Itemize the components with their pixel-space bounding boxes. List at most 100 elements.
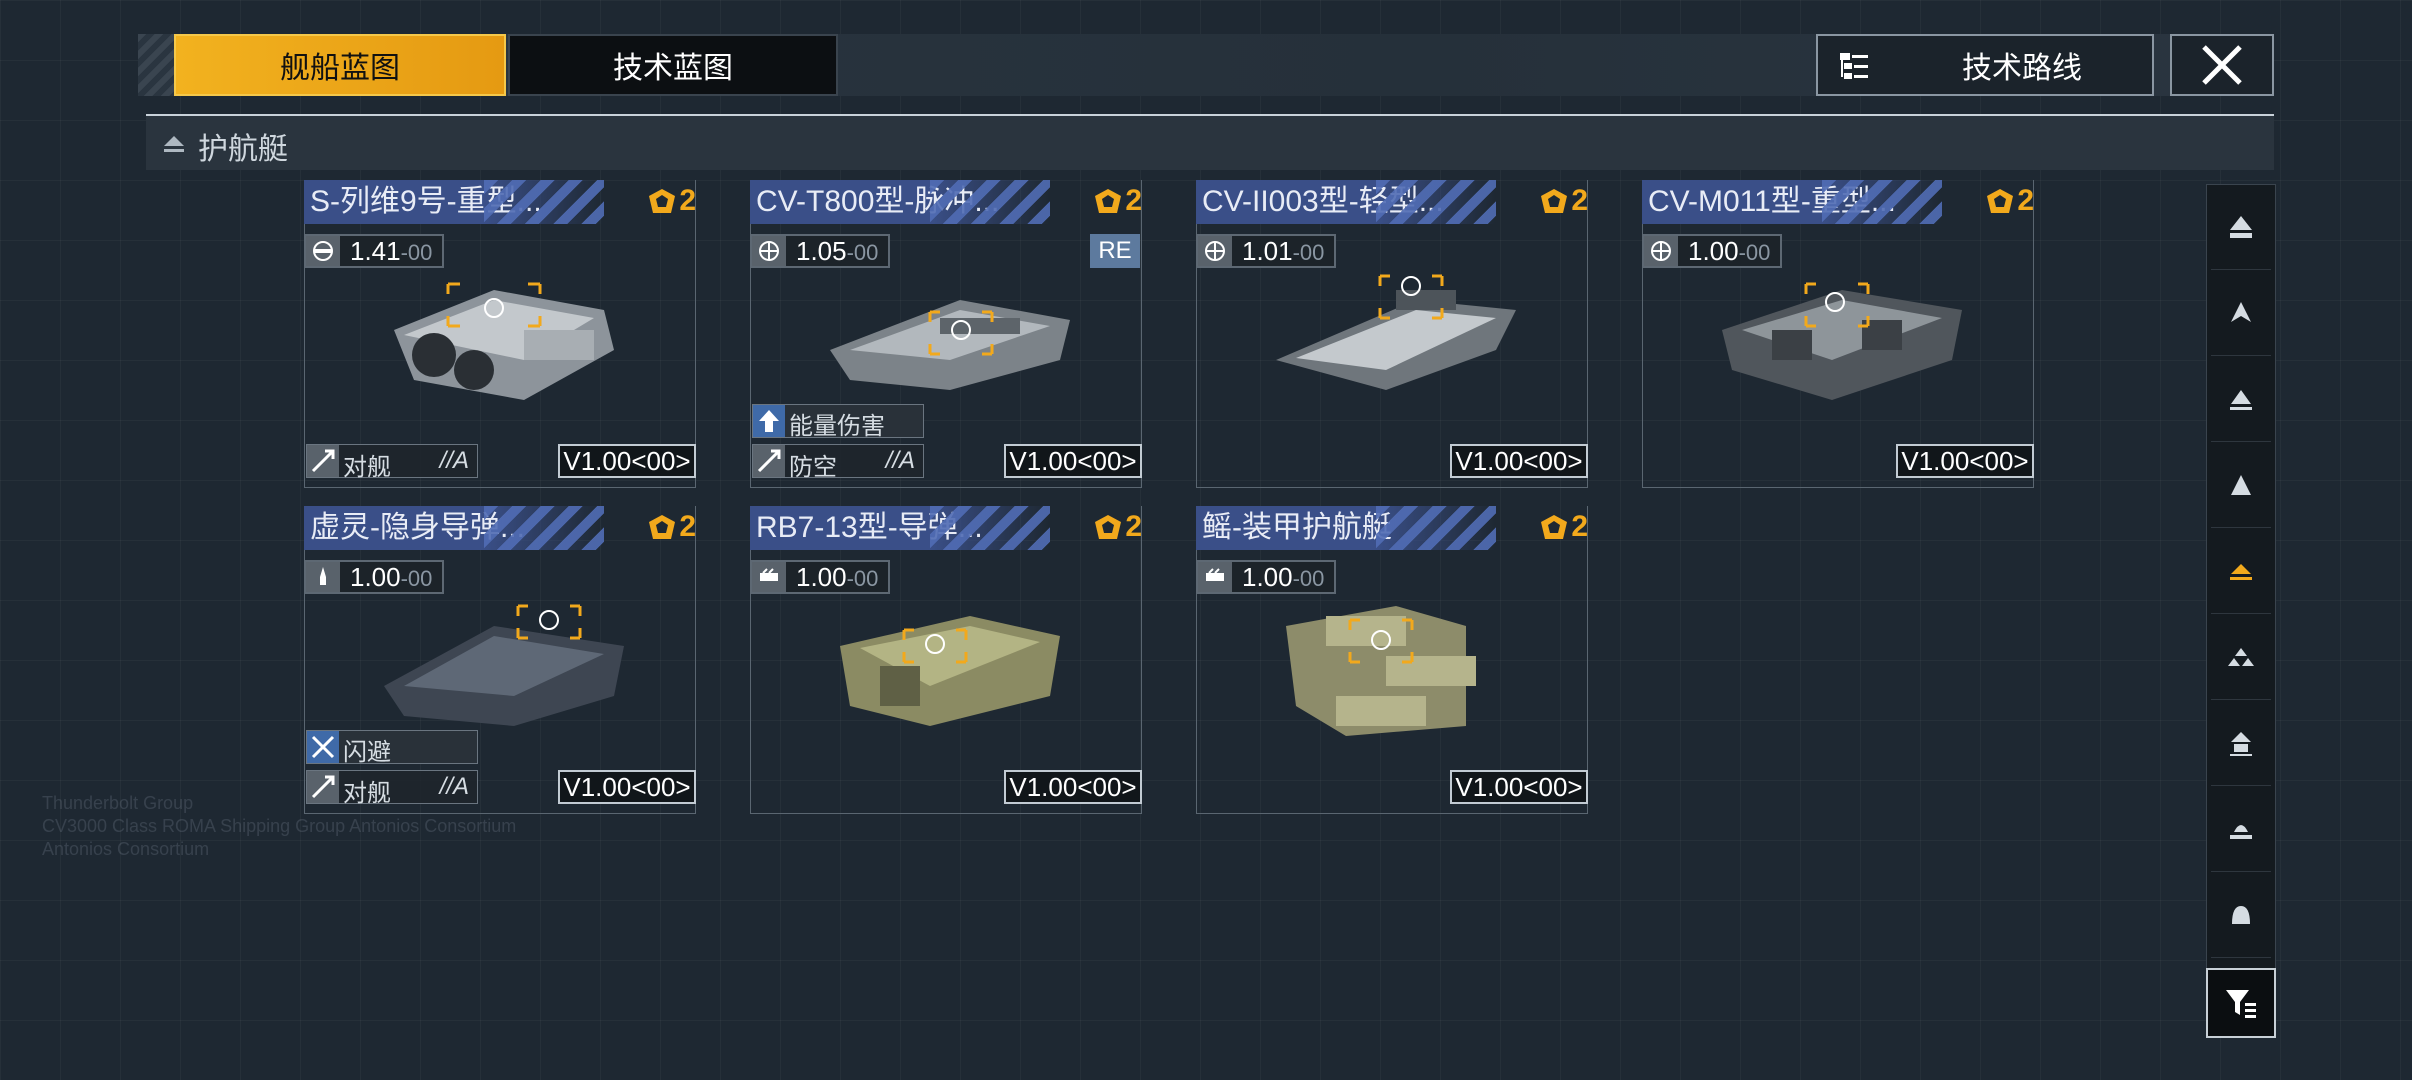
- station-filter[interactable]: [2211, 701, 2271, 786]
- ship-card[interactable]: RB7-13型-导弹... 2 1.00-00 V1.00<00>: [750, 506, 1142, 814]
- station-icon: [2230, 732, 2252, 756]
- version-label: V1.00<00>: [1450, 444, 1588, 478]
- ship-image: [384, 626, 624, 726]
- close-button[interactable]: [2170, 34, 2274, 96]
- carrier-icon: [2230, 216, 2252, 238]
- globe-icon: [1644, 236, 1678, 266]
- cannon-icon: [306, 236, 340, 266]
- fighter-filter[interactable]: [2211, 615, 2271, 700]
- rank-badge: 2: [1539, 510, 1588, 544]
- trait-grade: //A: [439, 773, 469, 800]
- ship-image: [1286, 606, 1476, 736]
- destroyer-filter[interactable]: [2211, 271, 2271, 356]
- escort-filter[interactable]: [2211, 529, 2271, 614]
- target-reticle: [1348, 618, 1414, 664]
- target-reticle: [902, 628, 968, 664]
- rank-icon: [1541, 515, 1568, 539]
- ship-name: CV-M011型-重型...: [1642, 180, 1942, 224]
- re-tag: RE: [1090, 234, 1140, 268]
- ship-card[interactable]: CV-M011型-重型... 2 1.00-00 V1.00<00>: [1642, 180, 2034, 488]
- rank-icon: [1987, 189, 2014, 213]
- version-label: V1.00<00>: [1004, 444, 1142, 478]
- fighter-icon: [2228, 648, 2254, 666]
- frigate-icon: [2230, 390, 2252, 410]
- version-label: V1.00<00>: [558, 444, 696, 478]
- escort-icon: [2230, 564, 2252, 580]
- rank-value: 2: [1571, 184, 1588, 217]
- corvette-filter[interactable]: [2211, 443, 2271, 528]
- ship-card[interactable]: 鳐-装甲护航艇 2 1.00-00 V1.00<00>: [1196, 506, 1588, 814]
- rank-icon: [1541, 189, 1568, 213]
- target-reticle: [1804, 282, 1870, 328]
- corvette-icon: [2231, 475, 2251, 495]
- missile-pod-icon: [1198, 562, 1232, 592]
- version-label: V1.00<00>: [1896, 444, 2034, 478]
- target-reticle: [516, 604, 582, 640]
- globe-icon: [1198, 236, 1232, 266]
- up-arrow-icon: [753, 405, 785, 437]
- anti-ship-icon: [307, 771, 339, 803]
- badge-energy-damage: 能量伤害: [752, 404, 924, 440]
- rank-value: 2: [679, 184, 696, 217]
- anti-ship-icon: [307, 445, 339, 477]
- ship-name: CV-II003型-轻型...: [1196, 180, 1496, 224]
- battleship-filter[interactable]: [2211, 873, 2271, 958]
- trait-grade: //A: [885, 447, 915, 474]
- close-icon: [2202, 45, 2242, 85]
- filter-button[interactable]: [2206, 968, 2276, 1038]
- ship-card[interactable]: CV-T800型-脉冲... 2 1.05-00 RE 能量伤害 防空 //A …: [750, 180, 1142, 488]
- evasion-icon: [307, 731, 339, 763]
- carrier-filter[interactable]: [2211, 185, 2271, 270]
- tech-route-button[interactable]: 技术路线: [1816, 34, 2154, 96]
- rank-badge: 2: [1093, 184, 1142, 218]
- battleship-icon: [2232, 906, 2250, 924]
- version-label: V1.00<00>: [558, 770, 696, 804]
- tab-ship-blueprint-label: 舰船蓝图: [280, 52, 400, 85]
- tech-route-label: 技术路线: [1962, 52, 2082, 85]
- tab-tech-blueprint[interactable]: 技术蓝图: [508, 34, 838, 96]
- cruiser-icon: [2230, 825, 2252, 839]
- escort-category-icon: [164, 136, 184, 152]
- trait-label: 对舰: [343, 780, 391, 807]
- ship-name: 虚灵-隐身导弹...: [304, 506, 604, 550]
- tab-ship-blueprint[interactable]: 舰船蓝图: [174, 34, 506, 96]
- destroyer-icon: [2231, 302, 2251, 322]
- ship-name: 鳐-装甲护航艇: [1196, 506, 1496, 550]
- rank-icon: [1095, 515, 1122, 539]
- target-reticle: [928, 310, 994, 356]
- rank-badge: 2: [1093, 510, 1142, 544]
- trait-label: 防空: [789, 454, 837, 481]
- top-bar-stripe: [138, 34, 174, 96]
- ship-name: CV-T800型-脉冲...: [750, 180, 1050, 224]
- rank-icon: [649, 515, 676, 539]
- globe-icon: [752, 236, 786, 266]
- target-reticle: [446, 282, 542, 328]
- filter-icon: [2226, 990, 2256, 1018]
- target-reticle: [1378, 274, 1444, 320]
- missile-icon: [306, 562, 340, 592]
- cruiser-filter[interactable]: [2211, 787, 2271, 872]
- rank-value: 2: [2017, 184, 2034, 217]
- ship-image: [840, 616, 1060, 726]
- ship-card[interactable]: 虚灵-隐身导弹... 2 1.00-00 闪避 对舰 //A V1.00<00>: [304, 506, 696, 814]
- trait-label: 对舰: [343, 454, 391, 481]
- category-title: 护航艇: [198, 133, 288, 166]
- trait-anti-ship: 对舰 //A: [306, 770, 478, 807]
- frigate-filter[interactable]: [2211, 357, 2271, 442]
- version-label: V1.00<00>: [1450, 770, 1588, 804]
- tab-tech-blueprint-label: 技术蓝图: [613, 52, 733, 85]
- rank-badge: 2: [647, 510, 696, 544]
- ship-card[interactable]: S-列维9号-重型... 2 1.41-00 对舰 //A V1.00<00>: [304, 180, 696, 488]
- trait-anti-ship: 对舰 //A: [306, 444, 478, 481]
- ship-card[interactable]: CV-II003型-轻型... 2 1.01-00 V1.00<00>: [1196, 180, 1588, 488]
- trait-grade: //A: [439, 447, 469, 474]
- badge-label: 能量伤害: [789, 413, 885, 440]
- ship-name: S-列维9号-重型...: [304, 180, 604, 224]
- rank-badge: 2: [1985, 184, 2034, 218]
- rank-icon: [1095, 189, 1122, 213]
- badge-label: 闪避: [343, 739, 391, 766]
- rank-badge: 2: [1539, 184, 1588, 218]
- ship-name: RB7-13型-导弹...: [750, 506, 1050, 550]
- missile-pod-icon: [752, 562, 786, 592]
- rank-value: 2: [1571, 510, 1588, 543]
